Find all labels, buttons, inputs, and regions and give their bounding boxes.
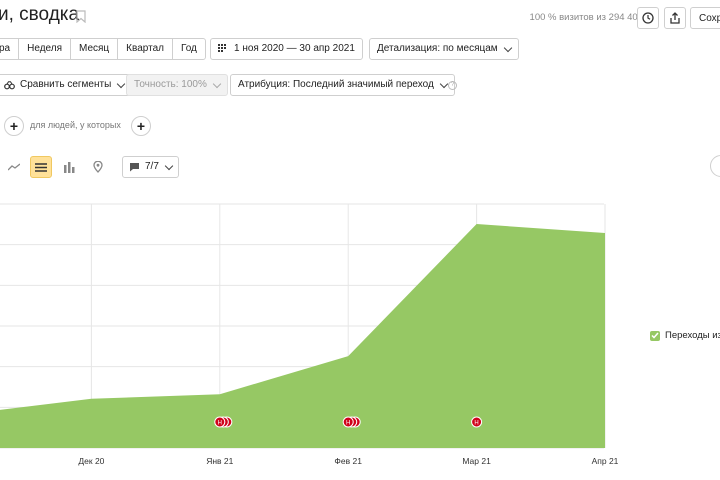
chevron-down-icon [439,79,449,88]
attribution-select[interactable]: Атрибуция: Последний значимый переход [230,74,455,96]
chart-type-area-button[interactable] [30,156,52,178]
add-condition-button[interactable]: + [131,116,151,136]
annotation-marker-label: Н [346,421,350,427]
history-button[interactable] [637,7,659,29]
bar-chart-icon [63,161,74,173]
tab-period-day[interactable]: ра [0,39,18,59]
calendar-icon [218,44,226,52]
page-title: и, сводка [0,4,80,25]
help-icon[interactable]: ? [448,81,457,90]
chart-settings-button[interactable] [710,155,720,177]
series-area [0,224,605,448]
accuracy-select: Точность: 100% [126,74,228,96]
visits-summary: 100 % визитов из 294 404 [529,12,643,23]
compare-segments-label: Сравнить сегменты [20,79,112,90]
tab-period-quarter[interactable]: Квартал [117,39,172,59]
export-button[interactable] [664,7,686,29]
annotation-marker-label: Н [474,421,478,427]
date-range-label: 1 ноя 2020 — 30 апр 2021 [234,43,355,54]
x-tick-label: Апр 21 [592,456,619,466]
chevron-down-icon [117,79,126,88]
x-tick-label: Фев 21 [334,456,362,466]
chevron-down-icon [164,161,174,170]
line-chart-icon [8,163,20,171]
segment-condition-hint: для людей, у которых [30,120,121,130]
x-tick-label: Дек 20 [78,456,104,466]
compare-icon [4,80,15,89]
compare-segments-button[interactable]: Сравнить сегменты [0,74,133,96]
area-chart-icon [35,162,47,172]
chart-type-line-button[interactable] [3,156,25,178]
chart-type-bar-button[interactable] [58,156,80,178]
map-pin-icon [93,161,103,173]
save-report-button[interactable]: Сохр [690,7,720,29]
tab-period-year[interactable]: Год [171,39,205,59]
tab-period-week[interactable]: Неделя [18,39,70,59]
chevron-down-icon [503,43,512,52]
annotations-count: 7/7 [145,161,159,172]
checkbox-checked-icon[interactable] [650,330,660,341]
comment-icon [130,163,139,172]
detail-select[interactable]: Детализация: по месяцам [369,38,519,60]
date-range-picker[interactable]: 1 ноя 2020 — 30 апр 2021 [210,38,363,60]
legend-item[interactable]: Переходы из [650,330,720,341]
chevron-down-icon [212,79,222,88]
tab-period-month[interactable]: Месяц [70,39,117,59]
annotations-toggle[interactable]: 7/7 [122,156,179,178]
accuracy-label: Точность: 100% [134,79,207,90]
add-segment-button[interactable]: + [4,116,24,136]
x-tick-label: Янв 21 [206,456,233,466]
share-icon [670,12,680,24]
bookmark-icon[interactable] [76,10,86,23]
period-tabs: ра Неделя Месяц Квартал Год [0,38,206,60]
attribution-label: Атрибуция: Последний значимый переход [238,79,434,90]
annotation-marker-label: Н [218,421,222,427]
legend-label: Переходы из [665,330,720,341]
x-tick-label: Мар 21 [462,456,491,466]
clock-icon [642,12,654,24]
map-view-button[interactable] [87,156,109,178]
detail-select-label: Детализация: по месяцам [377,43,498,54]
traffic-area-chart: Дек 20 Янв 21 Фев 21 Мар 21 Апр 21 Н Н Н [0,203,619,466]
